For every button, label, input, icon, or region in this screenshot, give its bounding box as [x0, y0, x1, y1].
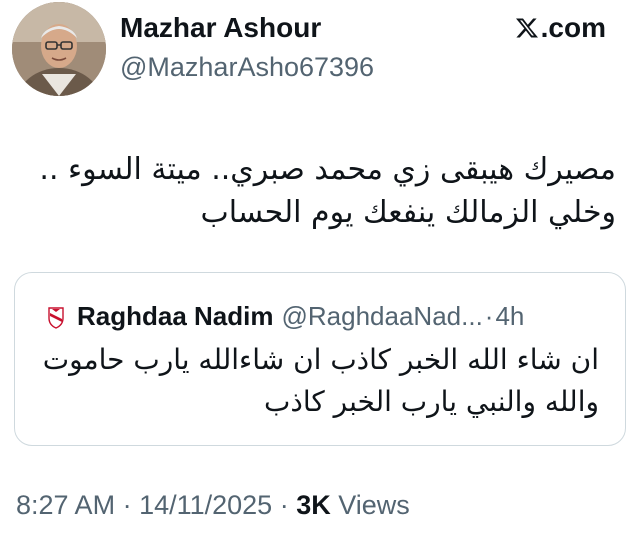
- tweet-time[interactable]: 8:27 AM: [16, 490, 115, 520]
- quoted-tweet-line: ان شاء الله الخبر كاذب ان شاءالله يارب ح…: [42, 343, 599, 376]
- x-brand: .com: [515, 12, 606, 44]
- author-name[interactable]: Mazhar Ashour: [120, 12, 321, 44]
- person-photo-avatar-icon: [12, 2, 106, 96]
- zamalek-club-badge-icon: [43, 303, 69, 330]
- meta-separator: ·: [115, 490, 140, 520]
- tweet-text: مصيرك هيبقى زي محمد صبري.. ميتة السوء ..…: [16, 148, 616, 234]
- views-count[interactable]: 3K: [296, 490, 331, 520]
- x-site-suffix: .com: [540, 12, 606, 43]
- tweet-meta: 8:27 AM · 14/11/2025 · 3K Views: [16, 490, 410, 521]
- quoted-author-avatar[interactable]: [43, 303, 69, 330]
- tweet-line: وخلي الزمالك ينفعك يوم الحساب: [200, 195, 616, 230]
- quoted-separator: ·: [484, 301, 494, 331]
- quoted-tweet-header: Raghdaa Nadim @RaghdaaNad... · 4h: [43, 301, 524, 332]
- tweet-date[interactable]: 14/11/2025: [139, 490, 272, 520]
- quoted-tweet-text: ان شاء الله الخبر كاذب ان شاءالله يارب ح…: [39, 339, 599, 423]
- quoted-author-name[interactable]: Raghdaa Nadim: [77, 301, 274, 332]
- author-avatar[interactable]: [12, 2, 106, 96]
- quoted-tweet-line: والله والنبي يارب الخبر كاذب: [264, 385, 599, 418]
- meta-separator: ·: [272, 490, 297, 520]
- quoted-author-handle[interactable]: @RaghdaaNad...: [282, 301, 483, 332]
- quoted-timestamp[interactable]: 4h: [495, 301, 524, 332]
- views-label: Views: [330, 490, 410, 520]
- x-logo-icon: [515, 18, 538, 38]
- tweet-line: مصيرك هيبقى زي محمد صبري.. ميتة السوء ..: [39, 152, 616, 187]
- quoted-tweet-card[interactable]: Raghdaa Nadim @RaghdaaNad... · 4h ان شاء…: [14, 272, 626, 446]
- author-handle[interactable]: @MazharAsho67396: [120, 52, 374, 83]
